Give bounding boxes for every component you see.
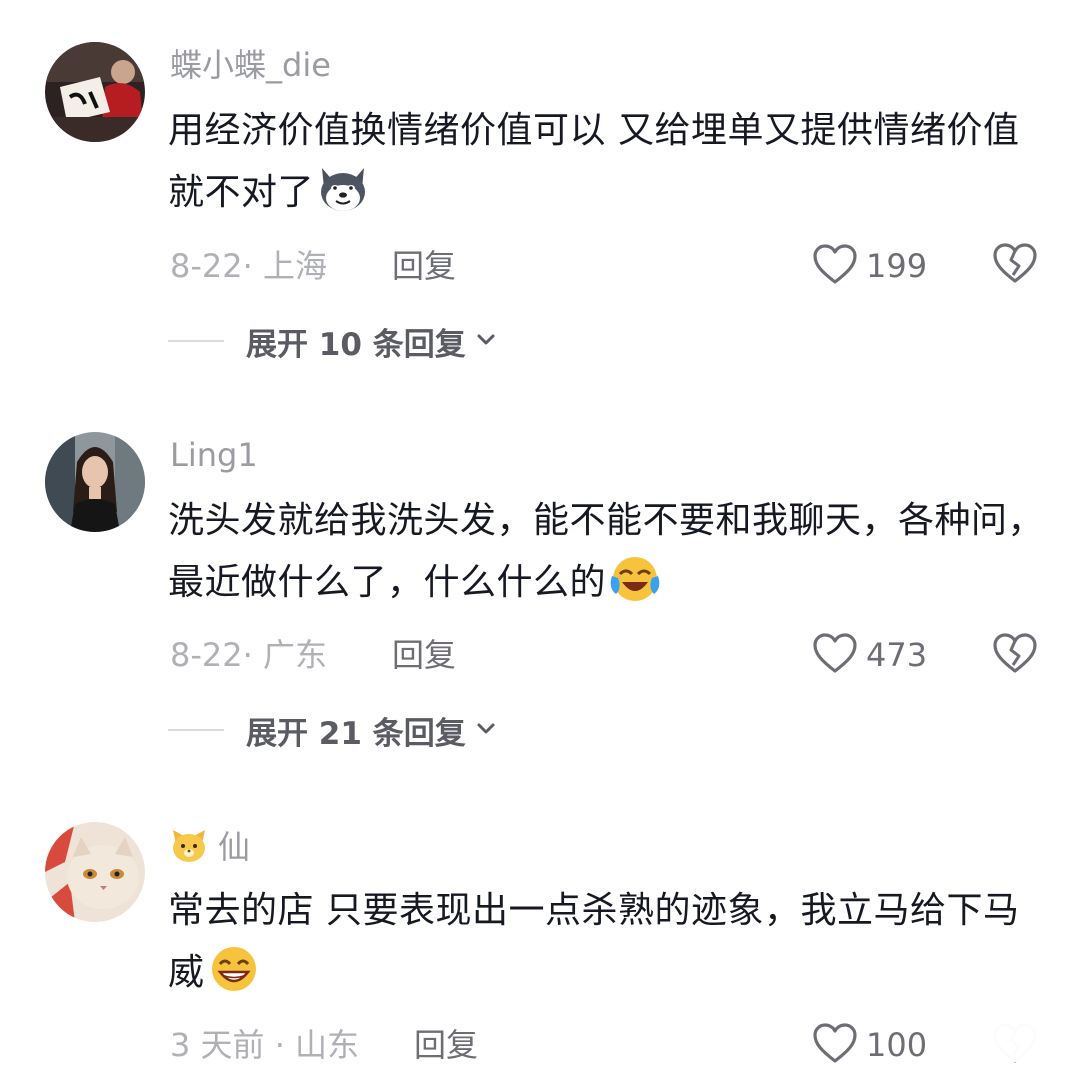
timestamp-location: 3 天前 · 山东 (170, 1026, 360, 1064)
broken-heart-icon (992, 243, 1038, 288)
username-text: 仙 (218, 828, 251, 866)
comment-text-content: 常去的店 只要表现出一点杀熟的迹象，我立马给下马威 (168, 890, 1020, 993)
like-button[interactable]: 100 (812, 1020, 927, 1070)
avatar[interactable] (45, 432, 145, 532)
like-count: 199 (866, 247, 928, 285)
comment-text: 洗头发就给我洗头发，能不能不要和我聊天，各种问，最近做什么了，什么什么的 (168, 490, 1048, 624)
dislike-button[interactable] (992, 242, 1038, 288)
like-button[interactable]: 199 (812, 241, 927, 291)
divider (168, 729, 224, 731)
like-count: 473 (866, 636, 928, 674)
comment-text-content: 用经济价值换情绪价值可以 又给埋单又提供情绪价值就不对了 (168, 110, 1020, 213)
heart-icon (812, 1022, 858, 1068)
divider (168, 340, 224, 342)
expand-replies-button[interactable]: 展开 10 条回复 (168, 321, 496, 363)
laughing-crying-emoji-icon (608, 554, 662, 624)
chevron-down-icon (476, 721, 496, 740)
username[interactable]: 仙 (170, 826, 250, 873)
expand-replies-label: 展开 21 条回复 (246, 715, 466, 752)
like-count: 100 (866, 1026, 928, 1064)
username[interactable]: Ling1 (170, 435, 258, 475)
avatar[interactable] (45, 42, 145, 142)
comment-text-content: 洗头发就给我洗头发，能不能不要和我聊天，各种问，最近做什么了，什么什么的 (168, 500, 1045, 603)
comment-text: 常去的店 只要表现出一点杀熟的迹象，我立马给下马威 (168, 880, 1048, 1014)
cat-emoji-icon (170, 826, 208, 873)
heart-icon (812, 632, 858, 678)
husky-dog-emoji-icon (316, 164, 370, 234)
broken-heart-icon (992, 633, 1038, 678)
avatar[interactable] (45, 822, 145, 922)
timestamp-location: 8-22· 上海 (170, 247, 327, 285)
reply-button[interactable]: 回复 (392, 635, 456, 675)
reply-button[interactable]: 回复 (392, 246, 456, 286)
heart-icon (812, 243, 858, 289)
chevron-down-icon (476, 332, 496, 351)
expand-replies-button[interactable]: 展开 21 条回复 (168, 710, 496, 752)
watermark-overlay (940, 1022, 1075, 1062)
grinning-emoji-icon (207, 944, 261, 1014)
like-button[interactable]: 473 (812, 630, 927, 680)
expand-replies-label: 展开 10 条回复 (246, 326, 466, 363)
timestamp-location: 8-22· 广东 (170, 636, 327, 674)
reply-button[interactable]: 回复 (414, 1025, 478, 1065)
dislike-button[interactable] (992, 632, 1038, 678)
username[interactable]: 蝶小蝶_die (170, 45, 331, 85)
comment-text: 用经济价值换情绪价值可以 又给埋单又提供情绪价值就不对了 (168, 100, 1048, 234)
